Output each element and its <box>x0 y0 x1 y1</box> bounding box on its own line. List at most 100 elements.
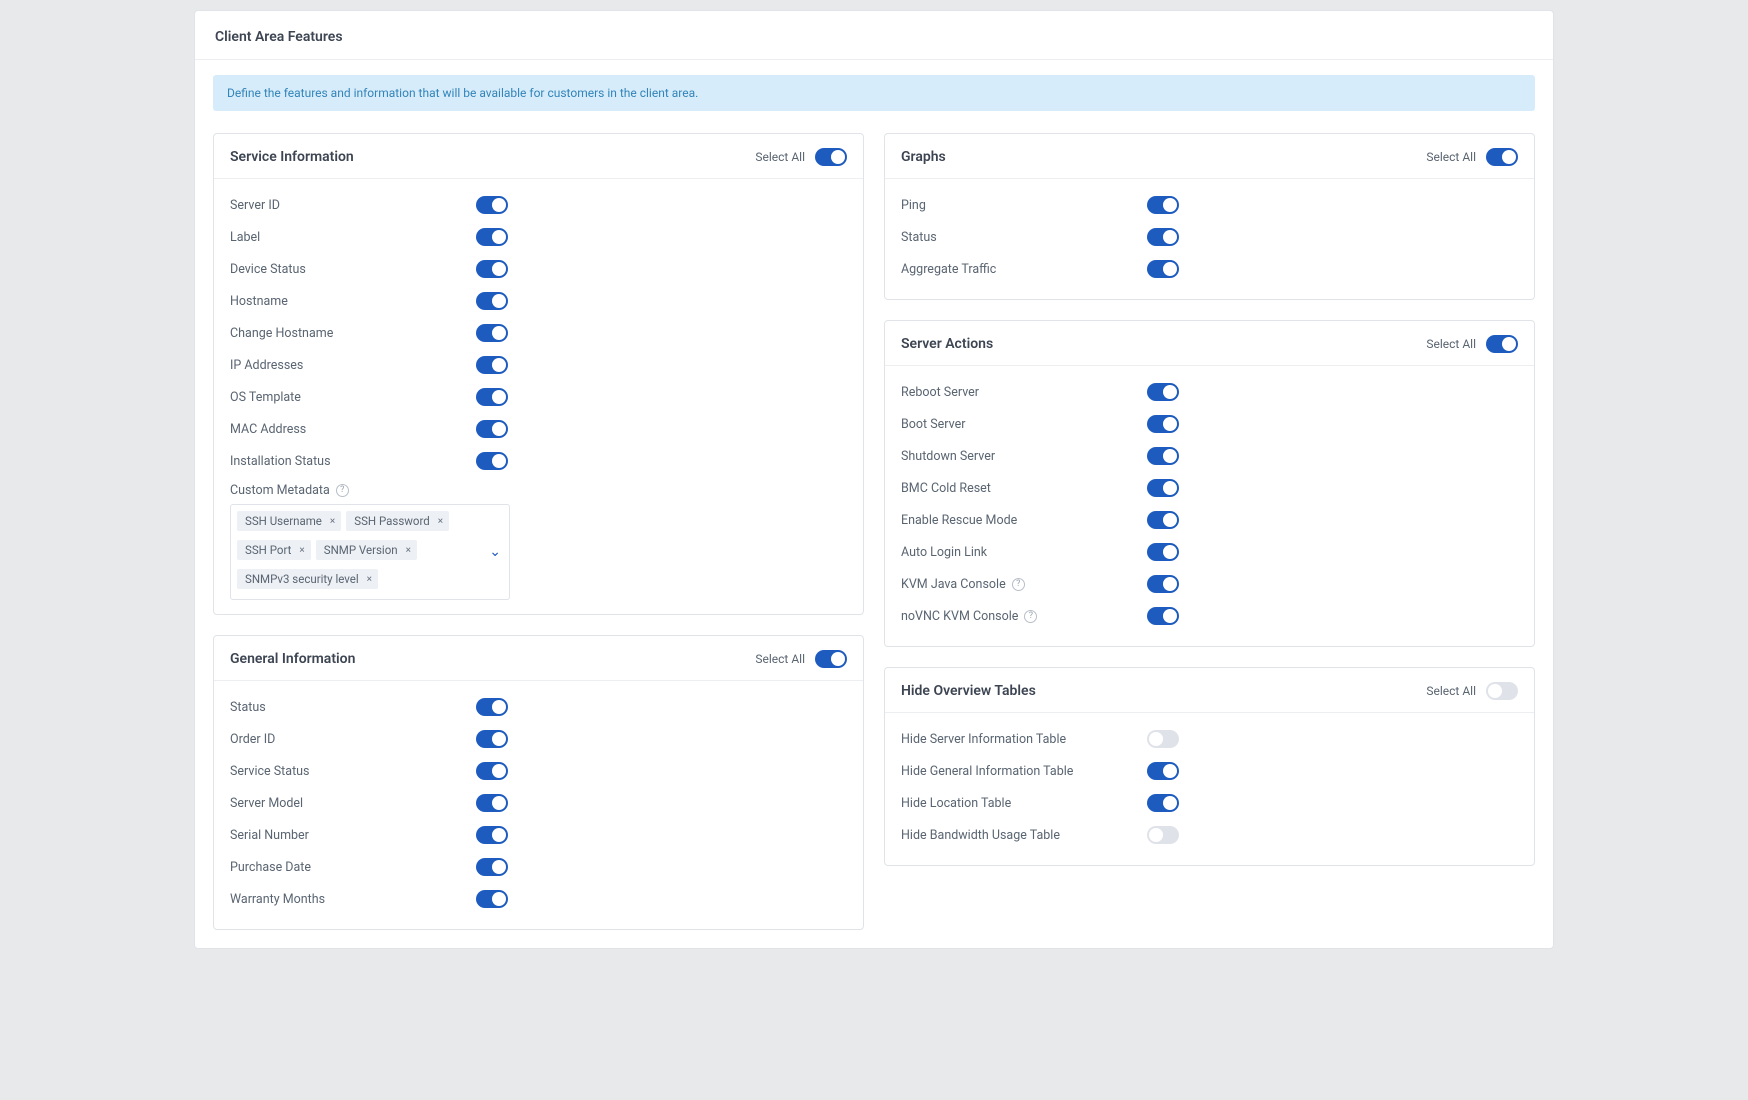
feature-row: Auto Login Link <box>901 536 1518 568</box>
feature-row: Hostname <box>230 285 847 317</box>
feature-toggle[interactable] <box>1147 383 1179 401</box>
left-column: Service Information Select All Server ID… <box>213 133 864 930</box>
feature-row: BMC Cold Reset <box>901 472 1518 504</box>
feature-toggle[interactable] <box>476 292 508 310</box>
feature-row: Shutdown Server <box>901 440 1518 472</box>
feature-toggle[interactable] <box>476 260 508 278</box>
feature-toggle[interactable] <box>476 196 508 214</box>
select-all-toggle[interactable] <box>1486 335 1518 353</box>
panel-server-actions: Server Actions Select All Reboot Server … <box>884 320 1535 647</box>
feature-toggle[interactable] <box>1147 479 1179 497</box>
panel-title: General Information <box>230 651 355 667</box>
custom-metadata-label: Custom Metadata ? <box>230 483 847 498</box>
feature-label: Label <box>230 230 476 245</box>
feature-row: Device Status <box>230 253 847 285</box>
close-icon[interactable]: × <box>330 516 335 527</box>
feature-toggle[interactable] <box>476 228 508 246</box>
select-all-toggle[interactable] <box>1486 682 1518 700</box>
select-all-toggle[interactable] <box>1486 148 1518 166</box>
feature-toggle[interactable] <box>1147 543 1179 561</box>
feature-label-text: noVNC KVM Console <box>901 609 1018 624</box>
tag-text: SSH Password <box>354 514 430 528</box>
feature-row: IP Addresses <box>230 349 847 381</box>
feature-row: Hide Location Table <box>901 787 1518 819</box>
panel-body: Status Order ID Service Status Server Mo… <box>214 681 863 929</box>
feature-toggle[interactable] <box>476 890 508 908</box>
select-all-toggle[interactable] <box>815 650 847 668</box>
feature-label: Hide Location Table <box>901 796 1147 811</box>
feature-row: Status <box>901 221 1518 253</box>
chevron-down-icon[interactable]: ⌄ <box>489 544 501 560</box>
help-icon[interactable]: ? <box>1012 578 1025 591</box>
feature-toggle[interactable] <box>476 324 508 342</box>
feature-toggle[interactable] <box>1147 511 1179 529</box>
feature-label: Aggregate Traffic <box>901 262 1147 277</box>
panel-header: Service Information Select All <box>214 134 863 179</box>
tag-text: SSH Username <box>245 514 322 528</box>
tag-text: SNMP Version <box>324 543 398 557</box>
select-all-label: Select All <box>1426 150 1476 164</box>
feature-toggle[interactable] <box>476 356 508 374</box>
feature-toggle[interactable] <box>1147 196 1179 214</box>
feature-toggle[interactable] <box>476 762 508 780</box>
feature-toggle[interactable] <box>1147 607 1179 625</box>
panel-graphs: Graphs Select All Ping Status Aggregate … <box>884 133 1535 300</box>
feature-label-text: KVM Java Console <box>901 577 1006 592</box>
feature-label: Status <box>230 700 476 715</box>
feature-row: Purchase Date <box>230 851 847 883</box>
feature-toggle[interactable] <box>476 858 508 876</box>
close-icon[interactable]: × <box>299 545 304 556</box>
help-icon[interactable]: ? <box>1024 610 1037 623</box>
panel-title: Hide Overview Tables <box>901 683 1036 699</box>
close-icon[interactable]: × <box>367 574 372 585</box>
feature-row: Ping <box>901 189 1518 221</box>
feature-toggle[interactable] <box>476 698 508 716</box>
feature-label: Server ID <box>230 198 476 213</box>
feature-label: Device Status <box>230 262 476 277</box>
tag: SSH Username × <box>237 511 341 531</box>
feature-toggle[interactable] <box>1147 228 1179 246</box>
feature-label: Service Status <box>230 764 476 779</box>
feature-label: Installation Status <box>230 454 476 469</box>
page-title: Client Area Features <box>195 11 1553 60</box>
feature-toggle[interactable] <box>1147 260 1179 278</box>
feature-label: Purchase Date <box>230 860 476 875</box>
feature-row: Hide Bandwidth Usage Table <box>901 819 1518 851</box>
feature-toggle[interactable] <box>1147 762 1179 780</box>
feature-label: Boot Server <box>901 417 1147 432</box>
feature-toggle[interactable] <box>1147 575 1179 593</box>
metadata-tag-select[interactable]: SSH Username× SSH Password× SSH Port× SN… <box>230 504 510 600</box>
feature-row: Server ID <box>230 189 847 221</box>
feature-row: Change Hostname <box>230 317 847 349</box>
feature-toggle[interactable] <box>1147 826 1179 844</box>
close-icon[interactable]: × <box>438 516 443 527</box>
select-all-group: Select All <box>1426 682 1518 700</box>
feature-label: IP Addresses <box>230 358 476 373</box>
client-area-features-container: Client Area Features Define the features… <box>194 10 1554 949</box>
feature-toggle[interactable] <box>476 388 508 406</box>
feature-toggle[interactable] <box>1147 415 1179 433</box>
feature-label: Order ID <box>230 732 476 747</box>
close-icon[interactable]: × <box>406 545 411 556</box>
feature-label: Serial Number <box>230 828 476 843</box>
feature-toggle[interactable] <box>1147 447 1179 465</box>
panel-body: Hide Server Information Table Hide Gener… <box>885 713 1534 865</box>
tag-text: SNMPv3 security level <box>245 572 359 586</box>
panel-body: Server ID Label Device Status Hostname C… <box>214 179 863 614</box>
feature-row: OS Template <box>230 381 847 413</box>
help-icon[interactable]: ? <box>336 484 349 497</box>
select-all-toggle[interactable] <box>815 148 847 166</box>
feature-row: KVM Java Console? <box>901 568 1518 600</box>
feature-toggle[interactable] <box>476 452 508 470</box>
panel-body: Ping Status Aggregate Traffic <box>885 179 1534 299</box>
feature-toggle[interactable] <box>1147 730 1179 748</box>
feature-toggle[interactable] <box>476 794 508 812</box>
feature-row: noVNC KVM Console? <box>901 600 1518 632</box>
feature-toggle[interactable] <box>476 420 508 438</box>
panel-header: General Information Select All <box>214 636 863 681</box>
feature-toggle[interactable] <box>476 826 508 844</box>
feature-toggle[interactable] <box>476 730 508 748</box>
feature-label: Server Model <box>230 796 476 811</box>
feature-row: Enable Rescue Mode <box>901 504 1518 536</box>
feature-toggle[interactable] <box>1147 794 1179 812</box>
